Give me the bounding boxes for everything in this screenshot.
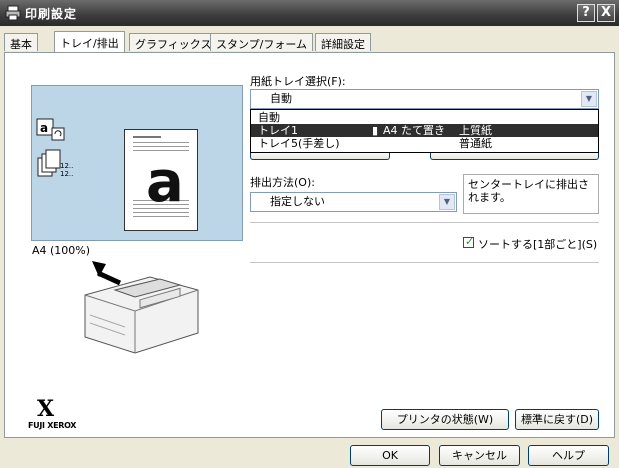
brand-name: FUJI XEROX	[28, 421, 77, 430]
restore-defaults-button[interactable]: 標準に戻す(D)	[515, 409, 599, 430]
stack-label-2: 12..	[60, 170, 74, 178]
tab-basic[interactable]: 基本	[4, 33, 38, 51]
collate-label[interactable]: ソートする[1部ごと](S)	[478, 236, 597, 252]
tab-stamp-form[interactable]: スタンプ/フォーム	[210, 33, 314, 51]
svg-text:a: a	[40, 121, 48, 135]
tab-advanced[interactable]: 詳細設定	[315, 33, 371, 51]
output-label: 排出方法(O):	[250, 176, 315, 189]
ok-button[interactable]: OK	[350, 445, 430, 466]
print-settings-dialog: 印刷設定 ? X 基本 トレイ/排出 グラフィックス スタンプ/フォーム 詳細設…	[0, 0, 619, 468]
tab-tray-output[interactable]: トレイ/排出	[54, 31, 125, 52]
paper-sheet-icon: ▮	[372, 124, 379, 137]
divider	[250, 222, 599, 223]
divider	[250, 262, 599, 263]
printer-illustration	[84, 261, 199, 354]
paper-tray-value: 自動	[270, 92, 292, 105]
window-title: 印刷設定	[25, 7, 78, 21]
close-button[interactable]: X	[597, 4, 615, 22]
dropdown-option-tray1[interactable]: トレイ1 ▮ A4 たて置き 上質紙	[251, 124, 598, 137]
stack-label: 12..	[60, 162, 74, 170]
help-button[interactable]: ヘルプ	[528, 445, 609, 466]
paper-tray-dropdown[interactable]: 自動 トレイ1 ▮ A4 たて置き 上質紙 トレイ5(手差し) 普通紙	[250, 109, 599, 153]
paper-tray-select[interactable]: 自動 ▼	[250, 89, 599, 109]
printer-icon	[5, 5, 21, 21]
help-title-button[interactable]: ?	[577, 4, 595, 22]
printer-status-button[interactable]: プリンタの状態(W)	[381, 409, 509, 430]
cancel-button[interactable]: キャンセル	[439, 445, 520, 466]
title-bar: 印刷設定 ? X	[0, 0, 619, 26]
paper-tray-label: 用紙トレイ選択(F):	[250, 75, 346, 88]
dropdown-option-auto[interactable]: 自動	[251, 111, 598, 124]
dropdown-option-tray5[interactable]: トレイ5(手差し) 普通紙	[251, 137, 598, 150]
output-select[interactable]: 指定しない ▼	[250, 192, 457, 212]
collate-checkbox[interactable]	[463, 235, 474, 248]
preview-letter: a	[146, 150, 184, 215]
output-info: センタートレイに排出されます。	[463, 174, 599, 214]
output-value: 指定しない	[270, 195, 325, 208]
xerox-logo-icon: X	[37, 396, 55, 422]
chevron-down-icon[interactable]: ▼	[581, 91, 597, 107]
tab-graphics[interactable]: グラフィックス	[129, 33, 218, 51]
chevron-down-icon[interactable]: ▼	[439, 194, 455, 210]
